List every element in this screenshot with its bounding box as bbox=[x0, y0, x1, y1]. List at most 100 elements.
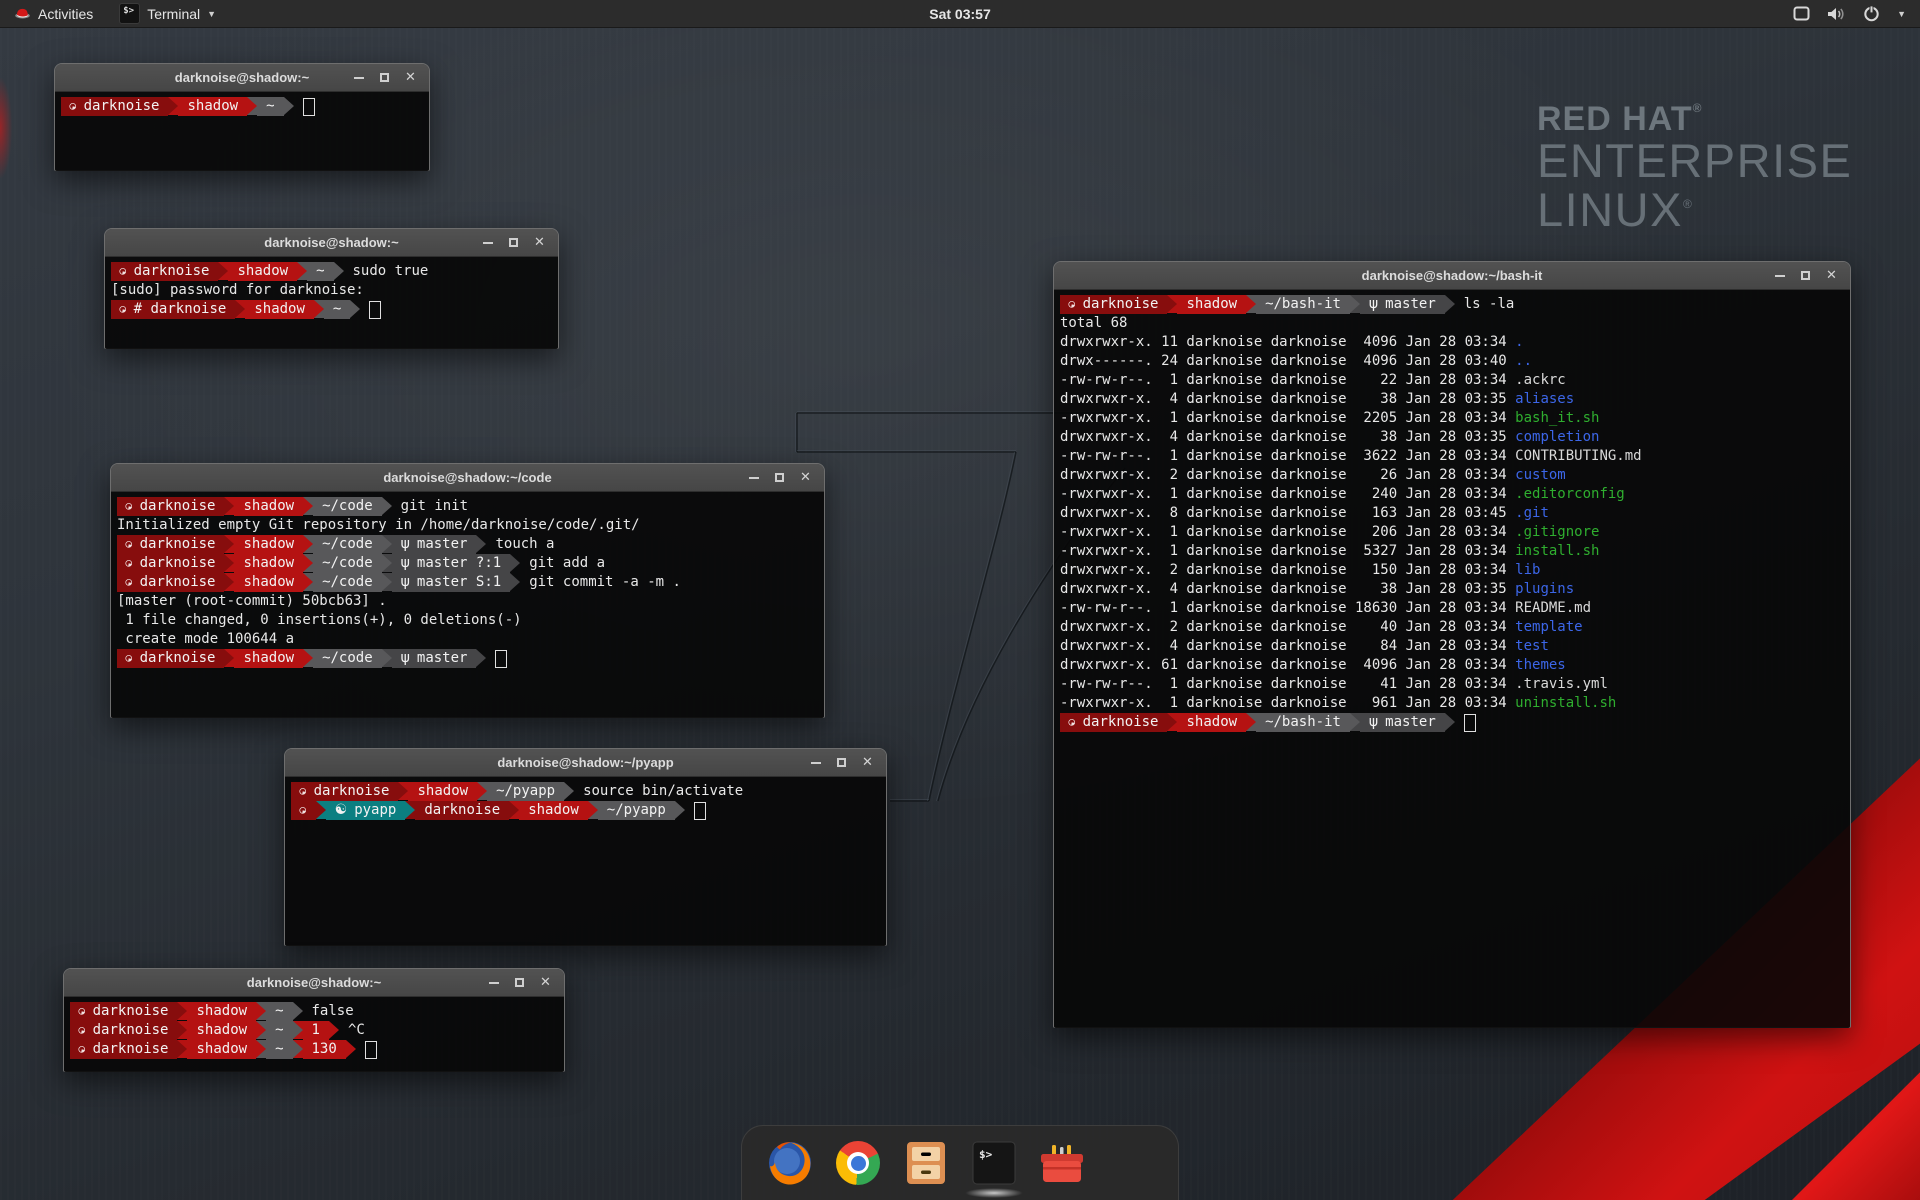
dock-item-firefox[interactable] bbox=[766, 1139, 814, 1187]
terminal-line: ◔darknoiseshadow~/bash-itψmaster bbox=[1060, 713, 1850, 732]
window-titlebar[interactable]: darknoise@shadow:~/bash-it✕ bbox=[1054, 262, 1850, 290]
maximize-icon[interactable] bbox=[771, 469, 788, 486]
terminal-line: ◔darknoiseshadow~/codeψmaster bbox=[117, 649, 824, 668]
powerline-arrow-icon bbox=[1445, 295, 1455, 313]
window-titlebar[interactable]: darknoise@shadow:~/code✕ bbox=[111, 464, 824, 492]
powerline-arrow-icon bbox=[314, 300, 324, 318]
prompt-segment: ~ bbox=[266, 1040, 292, 1059]
window-titlebar[interactable]: darknoise@shadow:~✕ bbox=[55, 64, 429, 92]
terminal-text: drwxrwxr-x. 11 darknoise darknoise 4096 … bbox=[1060, 333, 1515, 352]
maximize-icon[interactable] bbox=[376, 69, 393, 86]
powerline-arrow-icon bbox=[382, 649, 392, 667]
powerline-arrow-icon bbox=[1246, 713, 1256, 731]
minimize-icon[interactable] bbox=[807, 754, 824, 771]
terminal-content[interactable]: ◔darknoiseshadow~ bbox=[55, 92, 429, 171]
terminal-line: ◔darknoiseshadow~/codeψmaster S:1git com… bbox=[117, 573, 824, 592]
activities-button[interactable]: Activities bbox=[0, 0, 107, 27]
minimize-icon[interactable] bbox=[745, 469, 762, 486]
prompt-segment: ☯pyapp bbox=[326, 801, 406, 820]
prompt-segment: ψmaster ?:1 bbox=[392, 554, 511, 573]
close-icon[interactable]: ✕ bbox=[1823, 267, 1840, 284]
terminal-cursor[interactable] bbox=[365, 1041, 377, 1059]
terminal-cursor[interactable] bbox=[495, 650, 507, 668]
powerline-arrow-icon bbox=[510, 573, 520, 591]
prompt-segment: ψmaster bbox=[392, 535, 477, 554]
close-icon[interactable]: ✕ bbox=[797, 469, 814, 486]
powerline-arrow-icon bbox=[168, 97, 178, 115]
terminal-content[interactable]: ◔darknoiseshadow~/pyappsource bin/activa… bbox=[285, 777, 886, 946]
prompt-segment: ~/bash-it bbox=[1256, 295, 1350, 314]
terminal-text: bash_it.sh bbox=[1515, 409, 1599, 428]
window-titlebar[interactable]: darknoise@shadow:~✕ bbox=[64, 969, 564, 997]
close-icon[interactable]: ✕ bbox=[531, 234, 548, 251]
powerline-arrow-icon bbox=[405, 801, 415, 819]
maximize-icon[interactable] bbox=[505, 234, 522, 251]
redhat-fedora-icon bbox=[14, 5, 31, 22]
clock[interactable]: Sat 03:57 bbox=[929, 6, 990, 22]
prompt-swirl-icon: ◔ bbox=[1062, 718, 1082, 728]
terminal-content[interactable]: ◔darknoiseshadow~/codegit initInitialize… bbox=[111, 492, 824, 718]
minimize-icon[interactable] bbox=[479, 234, 496, 251]
window-title: darknoise@shadow:~/bash-it bbox=[1054, 268, 1850, 283]
window-controls: ✕ bbox=[350, 69, 429, 86]
terminal-line: Initialized empty Git repository in /hom… bbox=[117, 516, 824, 535]
terminal-cursor[interactable] bbox=[369, 301, 381, 319]
dock-item-files[interactable] bbox=[902, 1139, 950, 1187]
prompt-segment: ~/code bbox=[313, 554, 382, 573]
powerline-arrow-icon bbox=[588, 801, 598, 819]
powerline-arrow-icon bbox=[177, 1002, 187, 1020]
activities-label: Activities bbox=[38, 6, 93, 22]
terminal-text: [sudo] password for darknoise: bbox=[111, 281, 364, 300]
maximize-icon[interactable] bbox=[833, 754, 850, 771]
top-panel: Activities $> Terminal ▼ Sat 03:57 ▼ bbox=[0, 0, 1920, 28]
window-controls: ✕ bbox=[745, 469, 824, 486]
dock-item-app-grid[interactable] bbox=[1106, 1139, 1154, 1187]
terminal-text: touch a bbox=[495, 535, 554, 554]
terminal-text: -rwxrwxr-x. 1 darknoise darknoise 961 Ja… bbox=[1060, 694, 1515, 713]
terminal-text: drwxrwxr-x. 4 darknoise darknoise 84 Jan… bbox=[1060, 637, 1515, 656]
powerline-arrow-icon bbox=[303, 497, 313, 515]
dock-item-terminal[interactable]: $> bbox=[970, 1139, 1018, 1187]
app-menu-terminal[interactable]: $> Terminal ▼ bbox=[107, 0, 228, 27]
terminal-text: 1 file changed, 0 insertions(+), 0 delet… bbox=[117, 611, 522, 630]
app-menu-label: Terminal bbox=[147, 6, 200, 22]
terminal-line: -rwxrwxr-x. 1 darknoise darknoise 206 Ja… bbox=[1060, 523, 1850, 542]
terminal-cursor[interactable] bbox=[303, 98, 315, 116]
minimize-icon[interactable] bbox=[350, 69, 367, 86]
prompt-segment: ◔darknoise bbox=[1060, 295, 1167, 314]
terminal-content[interactable]: ◔darknoiseshadow~sudo true[sudo] passwor… bbox=[105, 257, 558, 349]
prompt-segment: shadow bbox=[245, 300, 314, 319]
terminal-line: drwxrwxr-x. 2 darknoise darknoise 26 Jan… bbox=[1060, 466, 1850, 485]
terminal-line: ◔☯pyappdarknoiseshadow~/pyapp bbox=[291, 801, 886, 820]
window-controls: ✕ bbox=[1771, 267, 1850, 284]
maximize-icon[interactable] bbox=[1797, 267, 1814, 284]
terminal-text: .editorconfig bbox=[1515, 485, 1625, 504]
minimize-icon[interactable] bbox=[485, 974, 502, 991]
close-icon[interactable]: ✕ bbox=[402, 69, 419, 86]
minimize-icon[interactable] bbox=[1771, 267, 1788, 284]
close-icon[interactable]: ✕ bbox=[859, 754, 876, 771]
window-titlebar[interactable]: darknoise@shadow:~✕ bbox=[105, 229, 558, 257]
dock-item-toolbox[interactable] bbox=[1038, 1139, 1086, 1187]
terminal-line: ◔darknoiseshadow~/codeψmaster ?:1git add… bbox=[117, 554, 824, 573]
terminal-content[interactable]: ◔darknoiseshadow~/bash-itψmasterls -lato… bbox=[1054, 290, 1850, 1028]
terminal-cursor[interactable] bbox=[1464, 714, 1476, 732]
maximize-icon[interactable] bbox=[511, 974, 528, 991]
terminal-content[interactable]: ◔darknoiseshadow~false◔darknoiseshadow~1… bbox=[64, 997, 564, 1072]
terminal-window: darknoise@shadow:~✕◔darknoiseshadow~ bbox=[54, 63, 430, 171]
terminal-line: ◔darknoiseshadow~false bbox=[70, 1002, 564, 1021]
system-status-area[interactable]: ▼ bbox=[1793, 0, 1920, 27]
prompt-swirl-icon: ◔ bbox=[119, 559, 139, 569]
window-titlebar[interactable]: darknoise@shadow:~/pyapp✕ bbox=[285, 749, 886, 777]
rhel-wordmark: RED HAT® ENTERPRISE LINUX® bbox=[1537, 102, 1852, 235]
terminal-line: drwx------. 24 darknoise darknoise 4096 … bbox=[1060, 352, 1850, 371]
terminal-window: darknoise@shadow:~/bash-it✕◔darknoisesha… bbox=[1053, 261, 1851, 1028]
dock-item-chrome[interactable] bbox=[834, 1139, 882, 1187]
powerline-arrow-icon bbox=[477, 782, 487, 800]
close-icon[interactable]: ✕ bbox=[537, 974, 554, 991]
chrome-icon bbox=[836, 1141, 880, 1185]
powerline-arrow-icon bbox=[293, 1040, 303, 1058]
terminal-line: ◔darknoiseshadow~/codeψmastertouch a bbox=[117, 535, 824, 554]
terminal-cursor[interactable] bbox=[694, 802, 706, 820]
prompt-segment: shadow bbox=[187, 1021, 256, 1040]
